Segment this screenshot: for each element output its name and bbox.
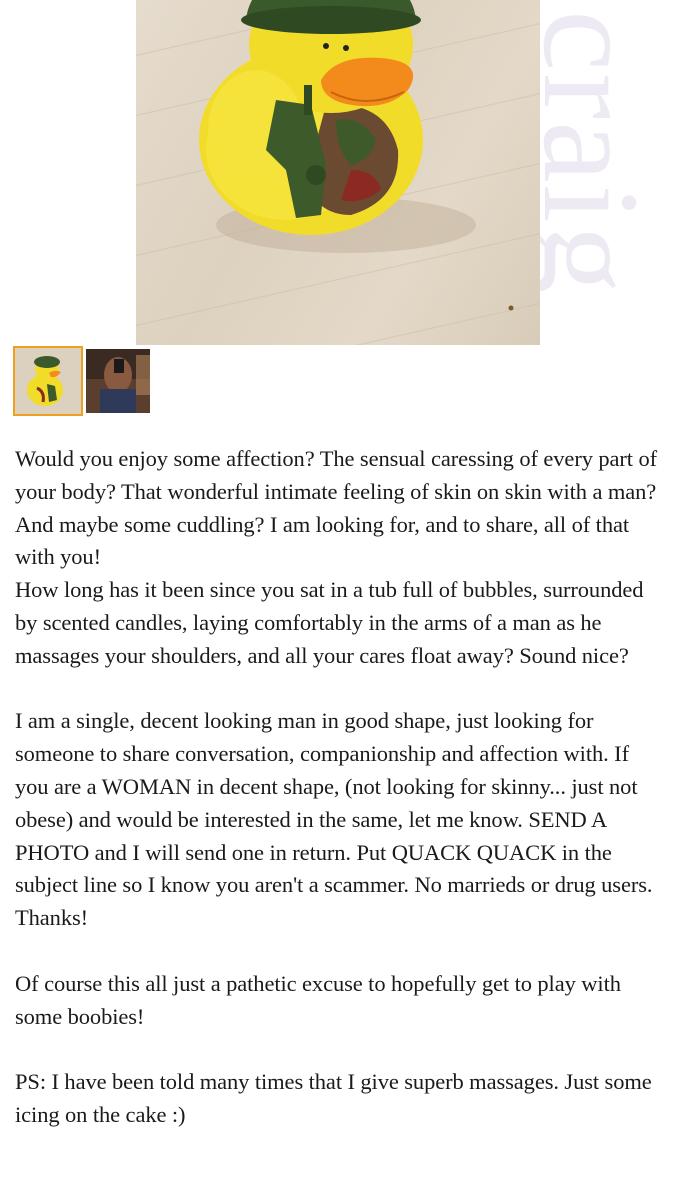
selfie-thumbnail-image — [86, 349, 150, 413]
thumbnail-duck[interactable] — [13, 346, 83, 416]
thumbnail-mirror-selfie[interactable] — [86, 349, 150, 413]
duck-thumbnail-image — [15, 348, 81, 414]
watermark-text: craig — [522, 10, 668, 296]
post-paragraph-5: PS: I have been told many times that I g… — [15, 1069, 652, 1127]
duck-photo-illustration — [136, 0, 540, 345]
post-paragraph-4: Of course this all just a pathetic excus… — [15, 970, 621, 1029]
post-paragraph-2: How long has it been since you sat in a … — [15, 577, 644, 668]
craigslist-watermark: craig — [522, 8, 672, 398]
post-paragraph-3: I am a single, decent looking man in goo… — [15, 708, 653, 931]
main-listing-photo[interactable] — [136, 0, 540, 345]
post-paragraph-1: Would you enjoy some affection? The sens… — [15, 446, 658, 570]
post-body: Would you enjoy some affection? The sens… — [15, 443, 665, 1132]
